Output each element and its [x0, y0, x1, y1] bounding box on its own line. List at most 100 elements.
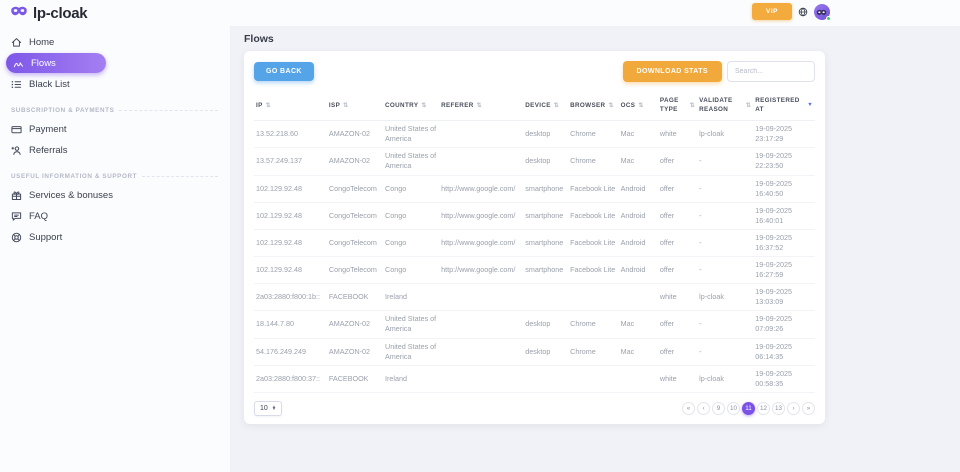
sidebar-item-referrals[interactable]: Referrals: [0, 140, 230, 160]
sort-icon[interactable]: ⇅: [746, 102, 751, 109]
page-button-10[interactable]: 10: [727, 402, 740, 415]
column-label: IP: [256, 101, 263, 110]
topbar-right: VIP: [752, 3, 830, 20]
sort-icon[interactable]: ⇅: [266, 102, 271, 109]
cell-browser: Chrome: [568, 311, 618, 338]
page-button-12[interactable]: 12: [757, 402, 770, 415]
sidebar-item-flows[interactable]: Flows: [6, 53, 106, 73]
cell-validate-reason: -: [697, 311, 753, 338]
column-label: REFERER: [441, 101, 474, 110]
column-header-device[interactable]: DEVICE⇅: [523, 91, 568, 121]
column-header-ip[interactable]: IP⇅: [254, 91, 327, 121]
column-header-content: VALIDATE REASON⇅: [699, 96, 751, 114]
cell-device: desktop: [523, 121, 568, 148]
sidebar-item-support[interactable]: Support: [0, 227, 230, 247]
cell-isp: AMAZON-02: [327, 148, 383, 175]
column-header-referer[interactable]: REFERER⇅: [439, 91, 523, 121]
cell-device: [523, 365, 568, 392]
column-header-content: REGISTERED AT▼: [755, 96, 813, 114]
column-header-content: PAGE TYPE⇅: [660, 96, 695, 114]
sort-icon[interactable]: ⇅: [690, 102, 695, 109]
cell-ocs: Android: [619, 175, 658, 202]
cell-page-type: white: [658, 284, 697, 311]
column-header-validate-reason[interactable]: VALIDATE REASON⇅: [697, 91, 753, 121]
column-header-page-type[interactable]: PAGE TYPE⇅: [658, 91, 697, 121]
sort-active-icon[interactable]: ▼: [807, 102, 813, 108]
column-header-content: OCS⇅: [621, 101, 656, 110]
cell-browser: Chrome: [568, 121, 618, 148]
column-header-country[interactable]: COUNTRY⇅: [383, 91, 439, 121]
page-button-9[interactable]: 9: [712, 402, 725, 415]
cell-country: United States of America: [383, 311, 439, 338]
cell-ip: 13.57.249.137: [254, 148, 327, 175]
column-header-browser[interactable]: BROWSER⇅: [568, 91, 618, 121]
next-page-button[interactable]: ›: [787, 402, 800, 415]
column-header-isp[interactable]: ISP⇅: [327, 91, 383, 121]
sidebar-item-label: Black List: [29, 79, 70, 90]
table-header-row: IP⇅ISP⇅COUNTRY⇅REFERER⇅DEVICE⇅BROWSER⇅OC…: [254, 91, 815, 121]
cell-registered-at: 19-09-2025 16:37:52: [753, 229, 815, 256]
download-stats-button[interactable]: DOWNLOAD STATS: [623, 61, 722, 82]
sidebar-item-payment[interactable]: Payment: [0, 119, 230, 139]
sidebar-item-faq[interactable]: FAQ: [0, 206, 230, 226]
sidebar-item-services-bonuses[interactable]: Services & bonuses: [0, 185, 230, 205]
cell-validate-reason: -: [697, 148, 753, 175]
page-size-select[interactable]: 10 ▲▼: [254, 401, 282, 416]
cell-referer: [439, 311, 523, 338]
column-header-content: IP⇅: [256, 101, 325, 110]
first-page-button[interactable]: «: [682, 402, 695, 415]
sort-icon[interactable]: ⇅: [638, 102, 643, 109]
globe-icon[interactable]: [798, 7, 808, 17]
sort-icon[interactable]: ⇅: [477, 102, 482, 109]
search-input[interactable]: [727, 61, 815, 82]
card-toolbar: GO BACK DOWNLOAD STATS: [254, 61, 815, 82]
column-label: ISP: [329, 101, 340, 110]
column-header-ocs[interactable]: OCS⇅: [619, 91, 658, 121]
page-button-11[interactable]: 11: [742, 402, 755, 415]
sort-icon[interactable]: ⇅: [421, 102, 426, 109]
last-page-button[interactable]: »: [802, 402, 815, 415]
cell-referer: http://www.google.com/: [439, 175, 523, 202]
sort-icon[interactable]: ⇅: [343, 102, 348, 109]
sidebar-section-header: Subscription & Payments: [11, 107, 218, 114]
brand-logo[interactable]: lp-cloak: [10, 4, 87, 22]
column-header-registered-at[interactable]: REGISTERED AT▼: [753, 91, 815, 121]
cell-isp: CongoTelecom: [327, 257, 383, 284]
sidebar-item-home[interactable]: Home: [0, 32, 230, 52]
cell-ip: 102.129.92.48: [254, 229, 327, 256]
cell-page-type: white: [658, 121, 697, 148]
sort-icon[interactable]: ⇅: [554, 102, 559, 109]
black-list-icon: [11, 79, 22, 90]
user-avatar[interactable]: [814, 4, 830, 20]
cell-ip: 18.144.7.80: [254, 311, 327, 338]
sidebar-item-black-list[interactable]: Black List: [0, 74, 230, 94]
cell-isp: AMAZON-02: [327, 338, 383, 365]
cell-referer: http://www.google.com/: [439, 257, 523, 284]
cell-validate-reason: lp-cloak: [697, 284, 753, 311]
page-button-13[interactable]: 13: [772, 402, 785, 415]
cell-isp: AMAZON-02: [327, 121, 383, 148]
table-row: 102.129.92.48CongoTelecomCongohttp://www…: [254, 175, 815, 202]
cell-validate-reason: -: [697, 338, 753, 365]
go-back-button[interactable]: GO BACK: [254, 62, 314, 81]
cell-registered-at: 19-09-2025 06:14:35: [753, 338, 815, 365]
flows-icon: [13, 58, 24, 69]
cell-ocs: Mac: [619, 148, 658, 175]
cell-page-type: offer: [658, 311, 697, 338]
column-label: COUNTRY: [385, 101, 418, 110]
vip-button[interactable]: VIP: [752, 3, 792, 20]
cell-browser: Chrome: [568, 338, 618, 365]
cell-browser: [568, 365, 618, 392]
column-header-content: BROWSER⇅: [570, 101, 616, 110]
column-label: DEVICE: [525, 101, 551, 110]
cell-page-type: offer: [658, 175, 697, 202]
cell-country: Congo: [383, 229, 439, 256]
cell-referer: [439, 365, 523, 392]
cell-ip: 2a03:2880:f800:1b::: [254, 284, 327, 311]
cell-browser: [568, 284, 618, 311]
prev-page-button[interactable]: ‹: [697, 402, 710, 415]
cell-ip: 102.129.92.48: [254, 257, 327, 284]
cell-page-type: offer: [658, 338, 697, 365]
sort-icon[interactable]: ⇅: [608, 102, 613, 109]
brand-name: lp-cloak: [33, 5, 87, 22]
